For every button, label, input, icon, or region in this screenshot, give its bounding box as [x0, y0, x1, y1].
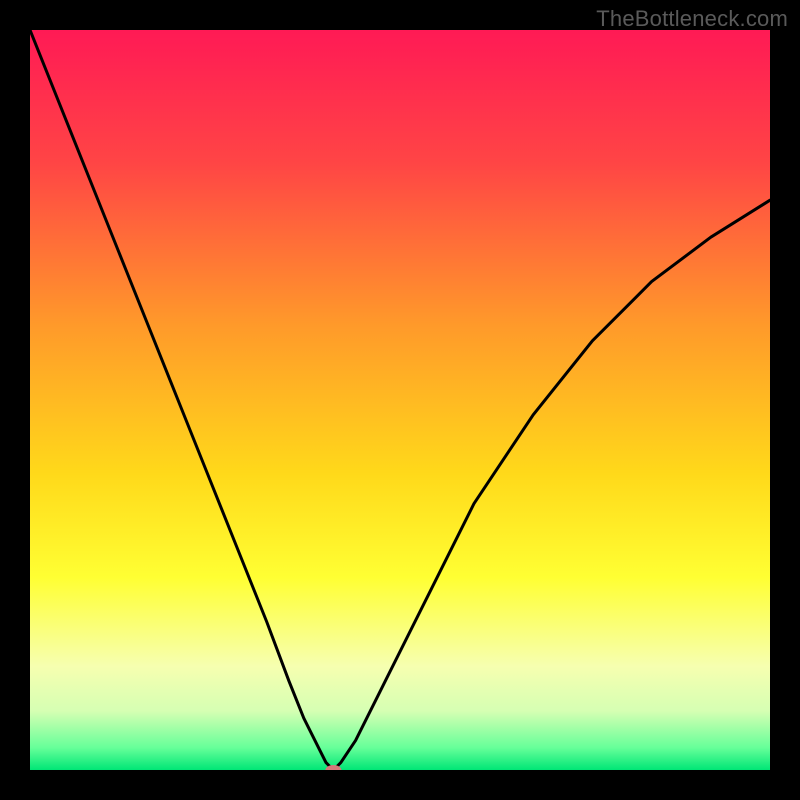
gradient-background [30, 30, 770, 770]
bottleneck-chart [30, 30, 770, 770]
watermark-text: TheBottleneck.com [596, 6, 788, 32]
chart-frame [30, 30, 770, 770]
